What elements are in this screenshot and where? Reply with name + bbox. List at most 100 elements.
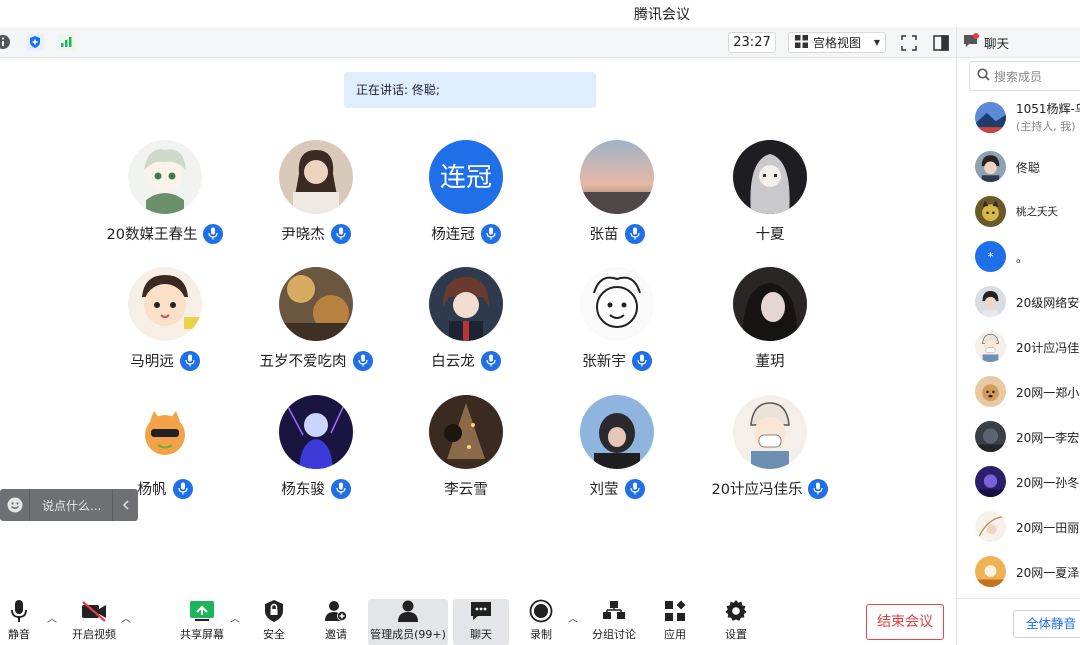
participant-tile[interactable]: 张新宇 xyxy=(542,267,692,387)
mic-active-icon xyxy=(330,223,351,244)
mic-active-icon xyxy=(808,478,829,499)
participant-name-row: 杨东骏 xyxy=(241,478,391,499)
end-meeting-button[interactable]: 结束会议 xyxy=(866,604,944,640)
participant-tile[interactable]: 白云龙 xyxy=(391,267,541,387)
avatar xyxy=(580,140,654,214)
search-icon xyxy=(977,68,990,84)
chat-bubble-icon[interactable] xyxy=(963,33,979,51)
chat-button[interactable]: 聊天 xyxy=(453,599,509,645)
member-list-item[interactable]: 20计应冯佳乐 xyxy=(957,325,1080,369)
panel-title[interactable]: 聊天 xyxy=(984,33,1009,52)
participant-tile[interactable]: 董玥 xyxy=(695,267,845,387)
chevron-up-icon[interactable]: ︿ xyxy=(121,610,131,625)
participant-name: 张苗 xyxy=(589,227,619,243)
member-list-item[interactable]: 佟聪 xyxy=(957,145,1080,189)
member-list-item[interactable]: 桃之夭夭 xyxy=(957,190,1080,234)
shield-icon[interactable] xyxy=(26,33,44,51)
participant-tile[interactable]: 杨东骏 xyxy=(241,395,391,515)
member-list-item[interactable]: 20网一夏泽 xyxy=(957,550,1080,594)
record-button[interactable]: 录制 xyxy=(526,599,556,645)
participant-name: 张新宇 xyxy=(582,354,626,370)
avatar xyxy=(128,140,202,214)
participant-tile[interactable]: 十夏 xyxy=(695,140,845,260)
participant-tile[interactable]: 张苗 xyxy=(542,140,692,260)
apps-button[interactable]: 应用 xyxy=(660,599,690,645)
avatar xyxy=(128,267,202,341)
quick-chat-bar[interactable]: 说点什么... xyxy=(0,489,138,521)
mic-active-icon xyxy=(624,478,645,499)
member-list-item[interactable]: 20网一郑小 xyxy=(957,370,1080,414)
member-name: 20计应冯佳乐 xyxy=(1016,341,1080,355)
mute-label: 静音 xyxy=(8,628,30,641)
manage-members-button[interactable]: 管理成员(99+) xyxy=(368,599,448,645)
member-name: 20网一夏泽 xyxy=(1016,566,1080,580)
member-list-item[interactable]: (主持人, 我) 1051杨辉-乌 xyxy=(957,96,1080,140)
member-list-item[interactable]: 20级网络安全 xyxy=(957,280,1080,324)
mic-active-icon xyxy=(480,223,501,244)
signal-strength-icon[interactable] xyxy=(57,33,75,51)
member-name: 1051杨辉-乌 xyxy=(1016,102,1080,116)
member-search-input[interactable]: 搜索成员 xyxy=(969,61,1080,91)
member-avatar xyxy=(975,102,1006,133)
share-screen-button[interactable]: 共享屏幕 xyxy=(178,599,226,645)
participant-name-row: 20数媒王春生 xyxy=(90,223,240,244)
chat-label: 聊天 xyxy=(470,628,492,641)
participant-name: 20计应冯佳乐 xyxy=(711,482,803,498)
emoji-icon[interactable] xyxy=(0,489,30,521)
fullscreen-icon[interactable] xyxy=(898,32,919,53)
participant-tile[interactable]: 刘莹 xyxy=(542,395,692,515)
member-list-item[interactable]: *。 xyxy=(957,235,1080,279)
participant-tile[interactable]: 20计应冯佳乐 xyxy=(695,395,845,515)
member-avatar xyxy=(975,286,1006,317)
participant-tile[interactable]: 连冠 杨连冠 xyxy=(391,140,541,260)
avatar xyxy=(429,267,503,341)
toggle-sidebar-icon[interactable] xyxy=(930,32,951,53)
mic-active-icon xyxy=(480,350,501,371)
participant-tile[interactable]: 五岁不爱吃肉 xyxy=(241,267,391,387)
invite-button[interactable]: 邀请 xyxy=(318,599,354,645)
participant-name: 20数媒王春生 xyxy=(106,227,198,243)
avatar xyxy=(279,140,353,214)
mute-button[interactable]: 静音 xyxy=(4,599,34,645)
participant-tile[interactable]: 20数媒王春生 xyxy=(90,140,240,260)
participant-name-row: 张新宇 xyxy=(542,350,692,371)
search-placeholder: 搜索成员 xyxy=(994,69,1043,84)
security-label: 安全 xyxy=(263,628,285,641)
info-icon[interactable] xyxy=(0,33,12,51)
avatar xyxy=(580,395,654,469)
participant-name: 十夏 xyxy=(755,227,785,243)
quick-chat-input[interactable]: 说点什么... xyxy=(30,497,112,514)
chevron-up-icon[interactable]: ︿ xyxy=(230,610,240,625)
member-list-item[interactable]: 20网一李宏 xyxy=(957,415,1080,459)
member-name: 20网一田丽 xyxy=(1016,521,1080,535)
view-mode-dropdown[interactable]: 宫格视图 ▼ xyxy=(788,32,886,53)
avatar xyxy=(733,395,807,469)
chevron-up-icon[interactable]: ︿ xyxy=(568,610,578,625)
chevron-left-icon[interactable] xyxy=(112,489,138,521)
member-name: 20网一李宏 xyxy=(1016,431,1080,445)
security-button[interactable]: 安全 xyxy=(256,599,292,645)
gear-icon xyxy=(724,599,748,623)
panel-header: 聊天 xyxy=(957,27,1080,58)
window-title: 腾讯会议 xyxy=(634,7,690,23)
video-label: 开启视频 xyxy=(72,628,116,641)
member-avatar xyxy=(975,511,1006,542)
participant-tile[interactable]: 李云雪 xyxy=(391,395,541,515)
chevron-up-icon[interactable]: ︿ xyxy=(47,610,57,625)
meeting-window: 腾讯会议 23:27 宫格视图 ▼ 正在讲话: 佟聪; 20数媒王春生 尹晓杰 连冠 xyxy=(0,0,1080,645)
settings-button[interactable]: 设置 xyxy=(721,599,751,645)
mic-active-icon xyxy=(330,478,351,499)
breakout-rooms-button[interactable]: 分组讨论 xyxy=(590,599,638,645)
participant-name-row: 杨连冠 xyxy=(391,223,541,244)
breakout-icon xyxy=(602,599,626,623)
record-label: 录制 xyxy=(530,628,552,641)
participant-name: 尹晓杰 xyxy=(281,227,325,243)
participant-tile[interactable]: 尹晓杰 xyxy=(241,140,391,260)
title-bar: 腾讯会议 xyxy=(0,0,1080,27)
member-list-item[interactable]: 20网一田丽 xyxy=(957,505,1080,549)
participant-tile[interactable]: 马明远 xyxy=(90,267,240,387)
mute-all-button[interactable]: 全体静音 xyxy=(1013,610,1080,638)
start-video-button[interactable]: 开启视频 xyxy=(66,599,122,645)
apps-label: 应用 xyxy=(664,628,686,641)
member-list-item[interactable]: 20网一孙冬 xyxy=(957,460,1080,504)
